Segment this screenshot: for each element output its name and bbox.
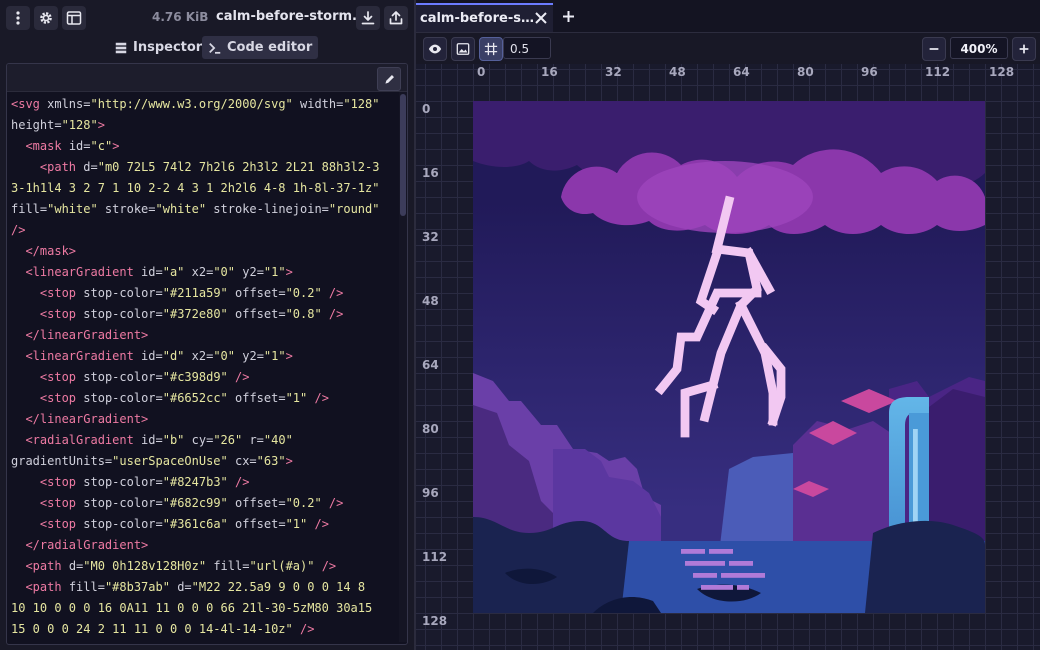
code-line: <stop stop-color="#c398d9" />	[39, 370, 250, 384]
code-line: <linearGradient id="a" x2="0" y2="1">	[25, 265, 293, 279]
code-line: </linearGradient>	[25, 412, 149, 426]
editor-scrollbar[interactable]	[399, 92, 407, 642]
zoom-level[interactable]: 400%	[950, 37, 1008, 59]
ruler-tick-label: 128	[422, 614, 448, 628]
code-line: height="128">	[11, 118, 105, 132]
code-line: <svg xmlns="http://www.w3.org/2000/svg" …	[11, 97, 380, 111]
code-line: </radialGradient>	[25, 538, 149, 552]
code-line: <stop stop-color="#8247b3" />	[39, 475, 250, 489]
tab-inspector-label: Inspector	[133, 40, 203, 55]
ruler-tick-label: 112	[925, 65, 951, 79]
layers-icon	[115, 42, 127, 53]
panel-mode-tabs: Inspector Code editor	[0, 36, 414, 60]
ruler-tick-label: 16	[422, 166, 439, 180]
file-name[interactable]: calm-before-storm....	[216, 9, 372, 24]
ruler-tick-label: 0	[477, 65, 486, 79]
tab-code-editor[interactable]: Code editor	[202, 36, 319, 59]
ruler-tick-label: 96	[422, 486, 439, 500]
code-line: <stop stop-color="#361c6a" offset="1" />	[39, 517, 329, 531]
code-line: gradientUnits="userSpaceOnUse" cx="63">	[11, 454, 293, 468]
ruler-tick-label: 32	[605, 65, 622, 79]
terminal-icon	[209, 42, 221, 54]
code-line: </mask>	[25, 244, 77, 258]
plus-icon[interactable]	[559, 7, 577, 25]
gear-icon[interactable]	[34, 6, 58, 30]
code-line: <mask id="c">	[25, 139, 120, 153]
panel-layout-icon[interactable]	[62, 6, 86, 30]
ruler-tick-label: 48	[422, 294, 439, 308]
code-panel: 4.76 KiB calm-before-storm.... Inspector…	[0, 0, 414, 650]
canvas-toolbar: 0.5 400%	[416, 33, 1040, 64]
ruler-tick-label: 48	[669, 65, 686, 79]
code-editor[interactable]: <svg xmlns="http://www.w3.org/2000/svg" …	[6, 63, 408, 645]
vertical-dots-icon[interactable]	[6, 6, 30, 30]
editor-header	[7, 64, 407, 92]
svg-canvas[interactable]: 0 16 32 48 64 80 96 112 128 0 16 32 48 64 80 96 112 128	[416, 64, 1040, 650]
code-line: 10 10 0 0 0 16 0A11 11 0 0 0 66 21l-30-5…	[11, 601, 373, 615]
ruler-vertical: 0 16 32 48 64 80 96 112 128	[416, 64, 472, 650]
ruler-tick-label: 64	[733, 65, 750, 79]
code-line: </linearGradient>	[25, 328, 149, 342]
code-line: />	[11, 223, 26, 237]
scrollbar-thumb[interactable]	[400, 94, 406, 216]
code-line: <stop stop-color="#211a59" offset="0.2" …	[39, 286, 344, 300]
grid-size-input[interactable]: 0.5	[503, 37, 551, 59]
canvas-panel: calm-before-storm.svg 0.5 400% 0 16 32 48 64…	[416, 0, 1040, 650]
tab-inspector[interactable]: Inspector	[108, 36, 208, 59]
file-toolbar: 4.76 KiB calm-before-storm....	[0, 0, 414, 36]
code-line: <stop stop-color="#372e80" offset="0.8" …	[39, 307, 344, 321]
svg-source-code[interactable]: <svg xmlns="http://www.w3.org/2000/svg" …	[11, 94, 393, 640]
code-line: 15 0 0 0 24 2 11 11 0 0 0 14-4l-14-10z" …	[11, 622, 315, 636]
ruler-tick-label: 128	[989, 65, 1015, 79]
tab-code-editor-label: Code editor	[227, 40, 313, 55]
image-icon[interactable]	[451, 37, 475, 61]
code-line: fill="white" stroke="white" stroke-linej…	[11, 202, 380, 216]
plus-icon[interactable]	[1012, 37, 1036, 61]
code-line: <path fill="#8b37ab" d="M22 22.5a9 9 0 0…	[25, 580, 366, 594]
ruler-tick-label: 80	[422, 422, 439, 436]
code-line: <path d="M0 0h128v128H0z" fill="url(#a)"…	[25, 559, 337, 573]
file-size: 4.76 KiB	[152, 10, 209, 24]
ruler-tick-label: 32	[422, 230, 439, 244]
code-line: <stop stop-color="#6652cc" offset="1" />	[39, 391, 329, 405]
ruler-horizontal: 0 16 32 48 64 80 96 112 128	[416, 64, 1040, 84]
code-line: <linearGradient id="d" x2="0" y2="1">	[25, 349, 293, 363]
ruler-tick-label: 0	[422, 102, 431, 116]
document-tab-title: calm-before-storm.svg	[420, 11, 536, 26]
svg-artwork[interactable]	[473, 101, 985, 613]
code-line: <radialGradient id="b" cy="26" r="40"	[25, 433, 293, 447]
ruler-tick-label: 80	[797, 65, 814, 79]
eye-icon[interactable]	[423, 37, 447, 61]
ruler-tick-label: 96	[861, 65, 878, 79]
code-line: <stop stop-color="#682c99" offset="0.2" …	[39, 496, 344, 510]
document-tab-bar: calm-before-storm.svg	[416, 0, 1040, 33]
close-icon[interactable]	[533, 10, 549, 26]
code-line: <path d="m0 72L5 74l2 7h2l6 2h3l2 2L21 8…	[39, 160, 380, 174]
pencil-icon[interactable]	[377, 67, 401, 91]
ruler-tick-label: 16	[541, 65, 558, 79]
minus-icon[interactable]	[922, 37, 946, 61]
ruler-tick-label: 112	[422, 550, 448, 564]
share-icon[interactable]	[384, 6, 408, 30]
download-icon[interactable]	[356, 6, 380, 30]
grid-snap-icon[interactable]	[479, 37, 503, 61]
code-line: 3-1h1l4 3 2 7 1 10 2-2 4 3 1 2h2l6 4-8 1…	[11, 181, 380, 195]
document-tab[interactable]: calm-before-storm.svg	[416, 3, 553, 32]
ruler-tick-label: 64	[422, 358, 439, 372]
